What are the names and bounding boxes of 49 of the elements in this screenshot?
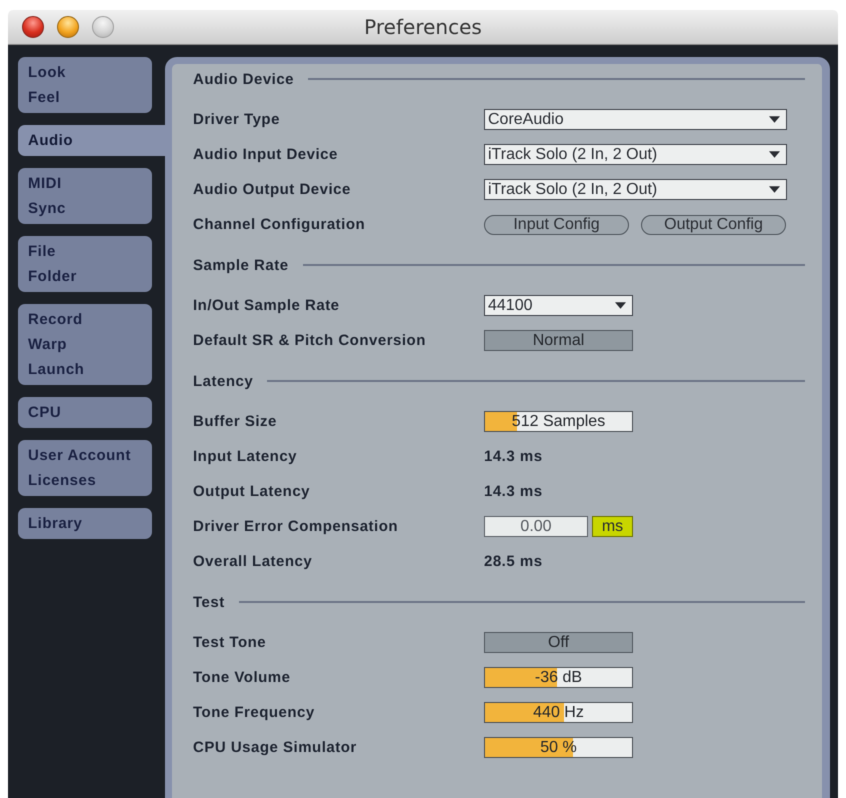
setting-label: CPU Usage Simulator bbox=[193, 739, 357, 756]
slider-value: 440 Hz bbox=[533, 704, 584, 722]
section-heading: Audio Device bbox=[193, 70, 294, 88]
number-field[interactable]: 0.00 bbox=[484, 516, 588, 537]
setting-label: Output Latency bbox=[193, 483, 310, 500]
readout-value: 14.3 ms bbox=[484, 483, 543, 500]
setting-label: Overall Latency bbox=[193, 553, 312, 570]
setting-label: Channel Configuration bbox=[193, 216, 366, 233]
dropdown-menu[interactable]: CoreAudio bbox=[484, 109, 787, 130]
setting-label: Driver Type bbox=[193, 111, 280, 128]
preferences-tab[interactable]: MIDI Sync bbox=[18, 168, 152, 224]
preferences-tab[interactable]: Library bbox=[18, 508, 152, 539]
mode-button[interactable]: Normal bbox=[484, 330, 633, 351]
setting-label: In/Out Sample Rate bbox=[193, 297, 340, 314]
setting-label: Buffer Size bbox=[193, 413, 277, 430]
section-heading: Latency bbox=[193, 372, 254, 390]
readout-value: 28.5 ms bbox=[484, 553, 543, 570]
caret-icon bbox=[769, 116, 780, 123]
setting-label: Tone Frequency bbox=[193, 704, 315, 721]
dropdown-menu[interactable]: iTrack Solo (2 In, 2 Out) bbox=[484, 144, 787, 165]
value-slider[interactable]: 440 Hz bbox=[484, 702, 633, 723]
config-button[interactable]: Output Config bbox=[641, 214, 786, 234]
dropdown-menu[interactable]: iTrack Solo (2 In, 2 Out) bbox=[484, 179, 787, 200]
preferences-tab[interactable]: File Folder bbox=[18, 236, 152, 292]
window-title: Preferences bbox=[364, 15, 482, 39]
setting-label: Default SR & Pitch Conversion bbox=[193, 332, 426, 349]
setting-label: Test Tone bbox=[193, 634, 266, 651]
section-heading: Test bbox=[193, 594, 225, 610]
caret-icon bbox=[769, 186, 780, 193]
preferences-tab[interactable]: Look Feel bbox=[18, 57, 152, 113]
mode-button[interactable]: Off bbox=[484, 632, 633, 653]
preferences-tab[interactable]: User Account Licenses bbox=[18, 440, 152, 496]
setting-label: Driver Error Compensation bbox=[193, 518, 398, 535]
preferences-tab[interactable]: Audio bbox=[18, 125, 165, 156]
minimize-button[interactable] bbox=[57, 16, 79, 38]
setting-label: Audio Input Device bbox=[193, 146, 338, 163]
setting-label: Tone Volume bbox=[193, 669, 290, 686]
dropdown-menu[interactable]: 44100 bbox=[484, 295, 633, 316]
caret-icon bbox=[615, 302, 626, 309]
readout-value: 14.3 ms bbox=[484, 448, 543, 465]
caret-icon bbox=[769, 151, 780, 158]
setting-label: Audio Output Device bbox=[193, 181, 351, 198]
config-button[interactable]: Input Config bbox=[484, 214, 629, 234]
section-heading: Sample Rate bbox=[193, 256, 289, 274]
preferences-tab[interactable]: Record Warp Launch bbox=[18, 304, 152, 385]
close-button[interactable] bbox=[22, 16, 44, 38]
preferences-tab[interactable]: CPU bbox=[18, 397, 152, 428]
unit-button[interactable]: ms bbox=[592, 516, 633, 537]
setting-label: Input Latency bbox=[193, 448, 298, 465]
